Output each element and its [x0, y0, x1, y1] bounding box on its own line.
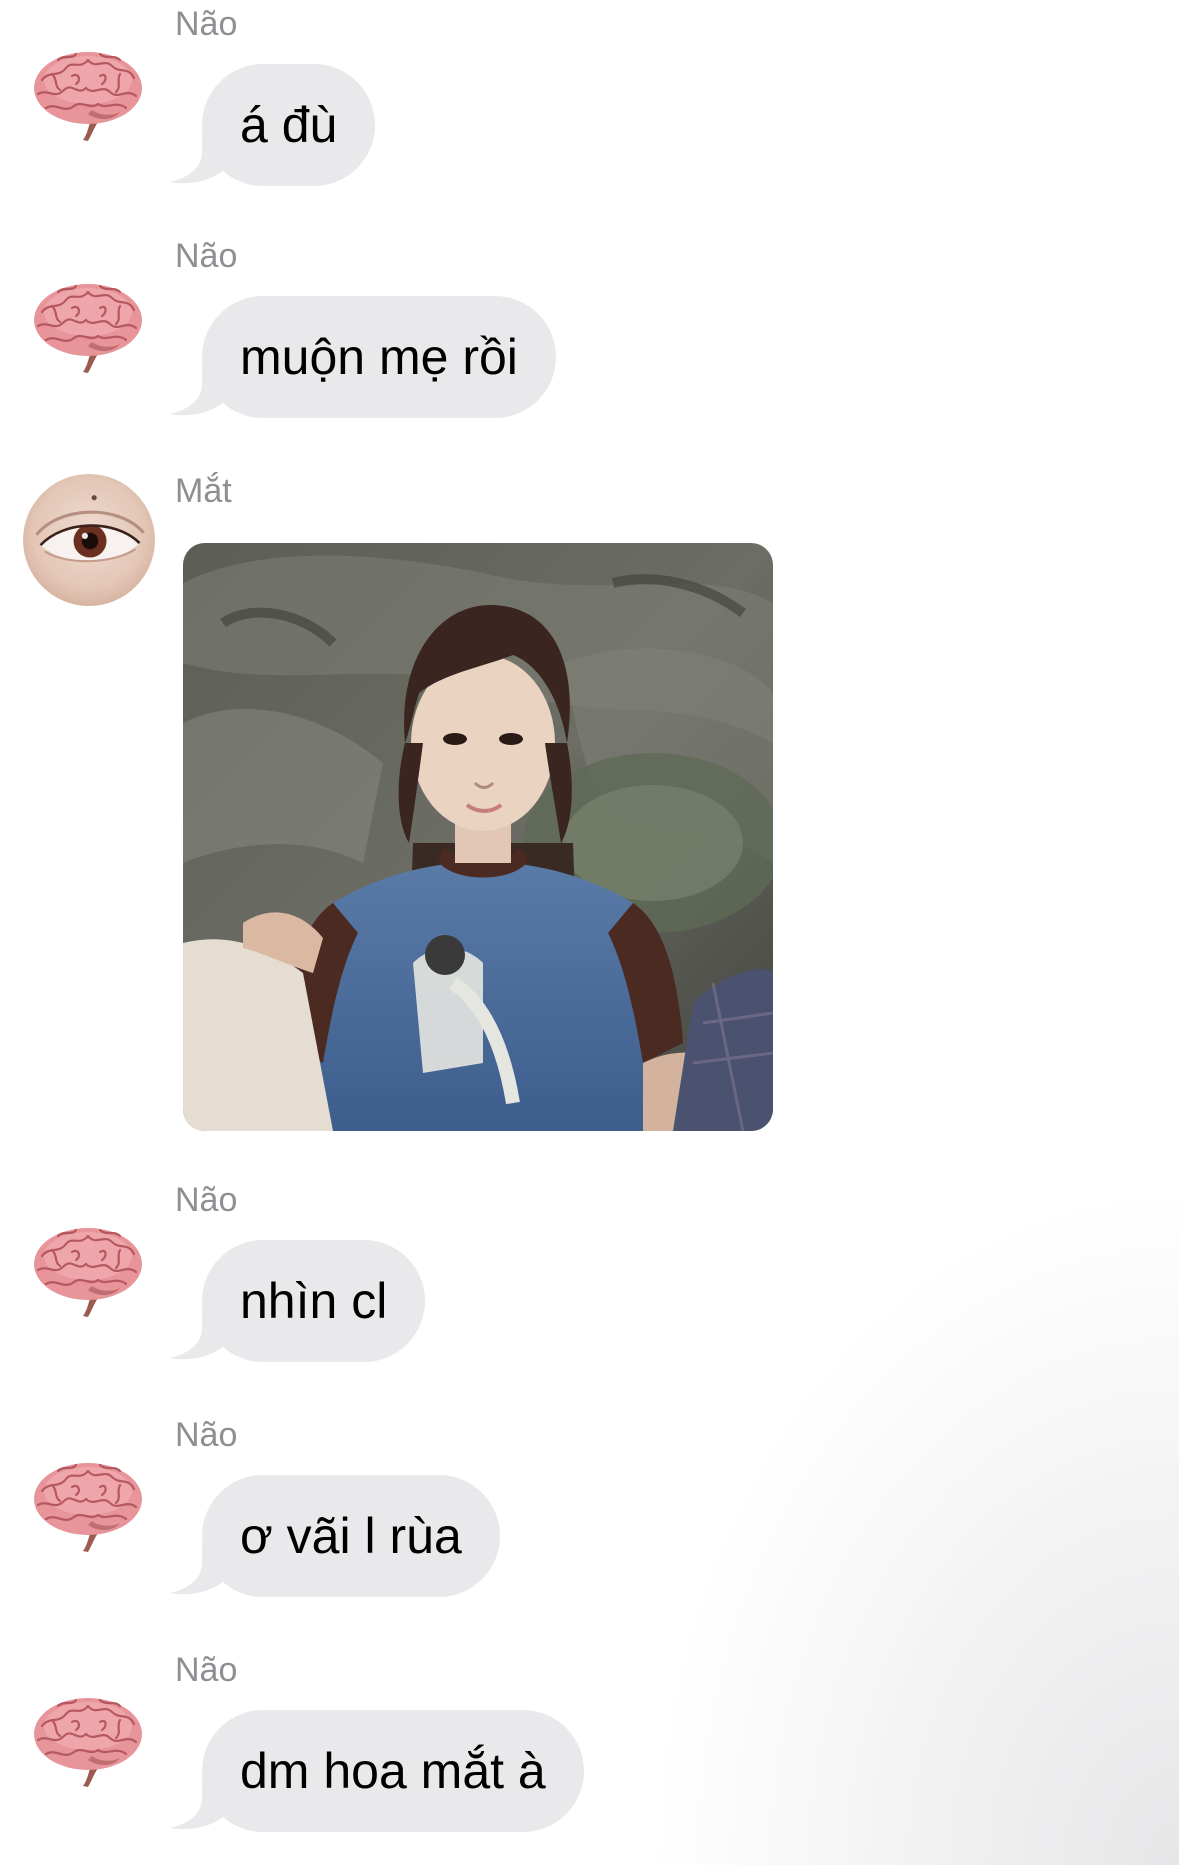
- eye-icon[interactable]: [22, 473, 156, 607]
- message-bubble[interactable]: nhìn cl: [202, 1240, 426, 1362]
- message-row: Não muộn mẹ rồi: [0, 236, 1179, 426]
- brain-icon[interactable]: [28, 1441, 148, 1561]
- message-row: Não á đù: [0, 4, 1179, 194]
- brain-icon[interactable]: [28, 1676, 148, 1796]
- photo-attachment[interactable]: [183, 543, 773, 1131]
- message-row: Não dm hoa mắt à: [0, 1650, 1179, 1840]
- message-bubble[interactable]: ơ vãi l rùa: [202, 1475, 500, 1597]
- sender-name: Mắt: [175, 472, 232, 510]
- message-row: Não ơ vãi l rùa: [0, 1415, 1179, 1605]
- brain-icon[interactable]: [28, 30, 148, 150]
- message-row: Mắt: [0, 471, 1179, 1141]
- sender-name: Não: [175, 1416, 238, 1454]
- sender-name: Não: [175, 237, 238, 275]
- message-bubble[interactable]: dm hoa mắt à: [202, 1710, 584, 1832]
- brain-icon[interactable]: [28, 262, 148, 382]
- message-row: Não nhìn cl: [0, 1180, 1179, 1370]
- sender-name: Não: [175, 1181, 238, 1219]
- message-bubble[interactable]: muộn mẹ rồi: [202, 296, 556, 418]
- message-bubble[interactable]: á đù: [202, 64, 376, 186]
- sender-name: Não: [175, 1651, 238, 1689]
- brain-icon[interactable]: [28, 1206, 148, 1326]
- sender-name: Não: [175, 5, 238, 43]
